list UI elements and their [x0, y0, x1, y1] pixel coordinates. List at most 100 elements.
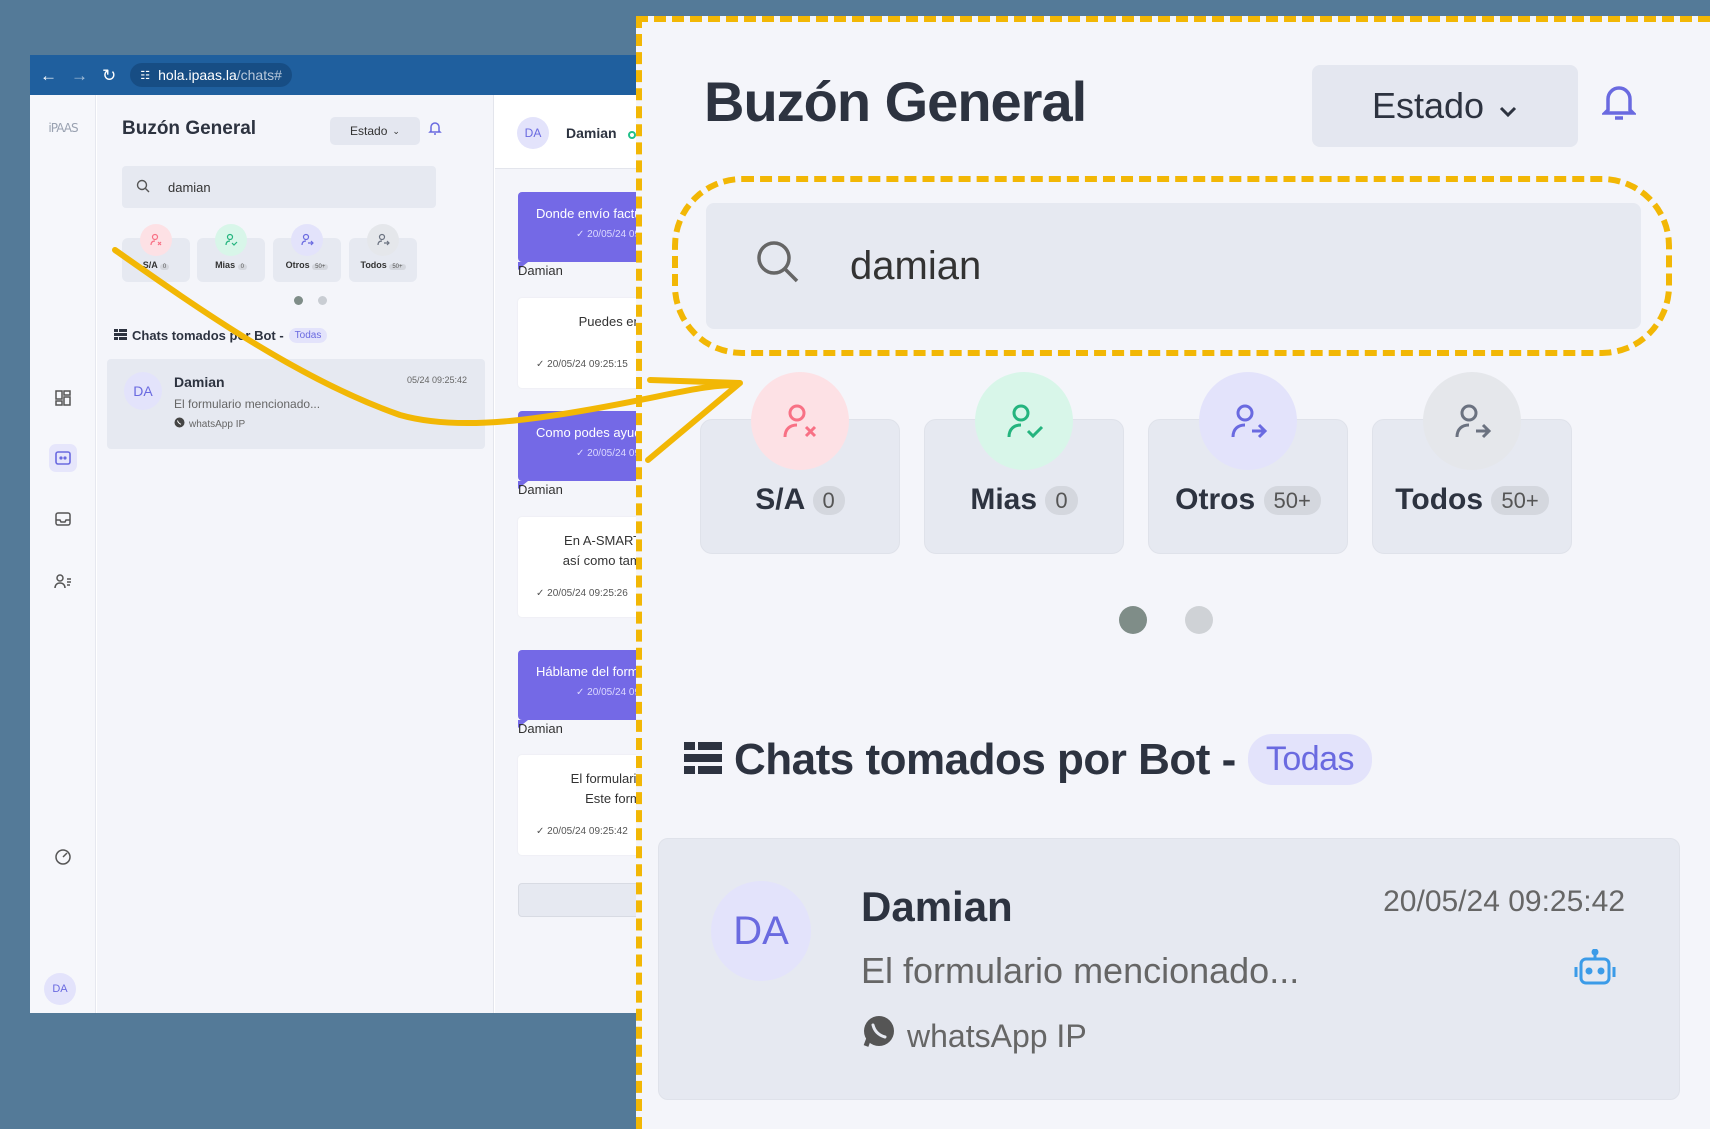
message-incoming: Como podes ayuda ✓ 20/05/24 09:2: [518, 411, 640, 489]
category-label: Otros: [1175, 483, 1256, 516]
list-icon: [684, 735, 722, 785]
status-dropdown-label: Estado: [350, 124, 388, 138]
section-header: Chats tomados por Bot - Todas: [684, 734, 1373, 785]
search-value: damian: [168, 179, 211, 195]
message-time-value: 20/05/24 09:: [587, 687, 640, 698]
chat-list-item[interactable]: DA Damian 20/05/24 09:25:42 El formulari…: [658, 838, 1680, 1100]
inbox-title: Buzón General: [122, 118, 257, 139]
message-outgoing: El formulario meEste formul ✓ 20/05/24 0…: [518, 755, 640, 855]
category-count: 0: [159, 264, 170, 270]
conversation-header: DA Damian: [495, 95, 640, 169]
section-title: Chats tomados por Bot -: [734, 734, 1236, 784]
section-header: Chats tomados por Bot - Todas: [114, 328, 328, 343]
site-settings-icon[interactable]: ☷: [140, 69, 150, 82]
carousel-dots: [294, 296, 327, 305]
carousel-dot[interactable]: [1185, 606, 1213, 634]
status-dropdown[interactable]: Estado: [1312, 65, 1578, 147]
message-text: Este formul: [585, 791, 640, 806]
chat-time: 05/24 09:25:42: [406, 375, 467, 385]
user-forward-icon: [367, 224, 399, 256]
message-text: así como también r: [562, 553, 640, 568]
message-outgoing: Puedes envia ✓ 20/05/24 09:25:15: [518, 298, 640, 388]
message-time: ✓ 20/05/24 09:: [536, 687, 640, 698]
message-incoming: Donde envío factur ✓ 20/05/24 09:25: [518, 192, 640, 270]
back-icon[interactable]: ←: [40, 67, 57, 84]
user-avatar[interactable]: DA: [44, 973, 76, 1005]
inbox-panel: Buzón General Estado ⌄ damian S/A 0 Mias…: [97, 95, 494, 1013]
search-input[interactable]: damian: [122, 166, 436, 208]
message-sender: Damian: [518, 721, 563, 736]
carousel-dot[interactable]: [1119, 606, 1147, 634]
carousel-dot[interactable]: [318, 296, 327, 305]
category-sa[interactable]: S/A 0: [122, 224, 190, 282]
category-otros[interactable]: Otros 50+: [1148, 372, 1348, 554]
carousel-dot[interactable]: [294, 296, 303, 305]
list-icon: [114, 328, 127, 343]
message-text: El formulario me: [570, 771, 640, 786]
chevron-down-icon: ⌄: [392, 125, 400, 136]
app-shell: iPAAS DA Buzón General Estado ⌄ damian S…: [30, 95, 640, 1013]
status-dropdown[interactable]: Estado ⌄: [330, 117, 420, 145]
category-mias[interactable]: Mias 0: [197, 224, 265, 282]
section-filter-badge[interactable]: Todas: [1247, 734, 1373, 785]
search-icon: [136, 179, 150, 196]
chats-icon[interactable]: [49, 444, 77, 472]
theme-toggle-icon[interactable]: [49, 843, 77, 871]
category-todos[interactable]: Todos 50+: [1372, 372, 1572, 554]
avatar: DA: [517, 117, 549, 149]
side-rail: iPAAS DA: [30, 95, 96, 1013]
chat-list-item[interactable]: DA Damian 05/24 09:25:42 El formulario m…: [107, 359, 485, 449]
url-path: /chats#: [236, 67, 282, 83]
message-time: 20/05/24 09:25:26: [547, 588, 628, 599]
section-title: Chats tomados por Bot -: [132, 328, 284, 343]
chat-time: 20/05/24 09:25:42: [1383, 885, 1625, 918]
category-sa[interactable]: S/A 0: [700, 372, 900, 554]
contacts-icon[interactable]: [49, 567, 77, 595]
bot-icon: [1573, 948, 1617, 994]
forward-icon[interactable]: →: [71, 67, 88, 84]
avatar: DA: [711, 881, 811, 981]
chat-preview: El formulario mencionado...: [174, 397, 321, 411]
chat-channel: whatsApp IP: [174, 417, 245, 431]
message-time: 20/05/24 09:25:42: [547, 826, 628, 837]
message-time: 20/05/24 09:25:15: [547, 359, 628, 370]
message-input[interactable]: [518, 883, 640, 917]
browser-toolbar: ← → ↻ ☷ hola.ipaas.la/chats#: [30, 55, 640, 95]
bell-icon[interactable]: [428, 120, 442, 141]
category-count: 0: [1045, 486, 1078, 516]
user-forward-icon: [1423, 372, 1521, 470]
highlight-ring: [672, 176, 1672, 356]
category-label: Mias: [215, 260, 236, 270]
category-otros[interactable]: Otros 50+: [273, 224, 341, 282]
online-status-icon: [628, 131, 636, 139]
message-sender: Damian: [518, 263, 563, 278]
bell-icon[interactable]: [1600, 82, 1638, 127]
reload-icon[interactable]: ↻: [102, 67, 116, 84]
chat-name: Damian: [861, 883, 1013, 930]
message-outgoing: En A-SMART Comasí como también r ✓ 20/05…: [518, 517, 640, 617]
message-sender: Damian: [518, 482, 563, 497]
zoom-callout: Buzón General Estado damian S/A 0 Mias 0…: [636, 16, 1710, 1129]
message-incoming: Háblame del formu ✓ 20/05/24 09:: [518, 650, 640, 728]
category-label: Otros: [285, 260, 310, 270]
app-logo: iPAAS: [48, 121, 78, 135]
message-time-value: 20/05/24 09:25: [587, 229, 640, 240]
section-filter-badge[interactable]: Todas: [288, 328, 328, 343]
chevron-down-icon: [1498, 85, 1518, 127]
category-mias[interactable]: Mias 0: [924, 372, 1124, 554]
address-bar[interactable]: ☷ hola.ipaas.la/chats#: [130, 63, 292, 87]
category-count: 50+: [389, 264, 406, 270]
category-count: 50+: [1491, 486, 1549, 516]
category-todos[interactable]: Todos 50+: [349, 224, 417, 282]
whatsapp-icon: [174, 417, 185, 431]
dashboard-icon[interactable]: [49, 384, 77, 412]
user-forward-icon: [291, 224, 323, 256]
inbox-icon[interactable]: [49, 505, 77, 533]
message-text: Puedes envia: [578, 314, 640, 329]
chat-channel: whatsApp IP: [861, 1014, 1087, 1058]
category-label: S/A: [142, 260, 158, 270]
url-host: hola.ipaas.la: [158, 67, 237, 83]
whatsapp-icon: [861, 1014, 897, 1058]
carousel-dots: [1119, 606, 1213, 634]
category-count: 50+: [1263, 486, 1321, 516]
